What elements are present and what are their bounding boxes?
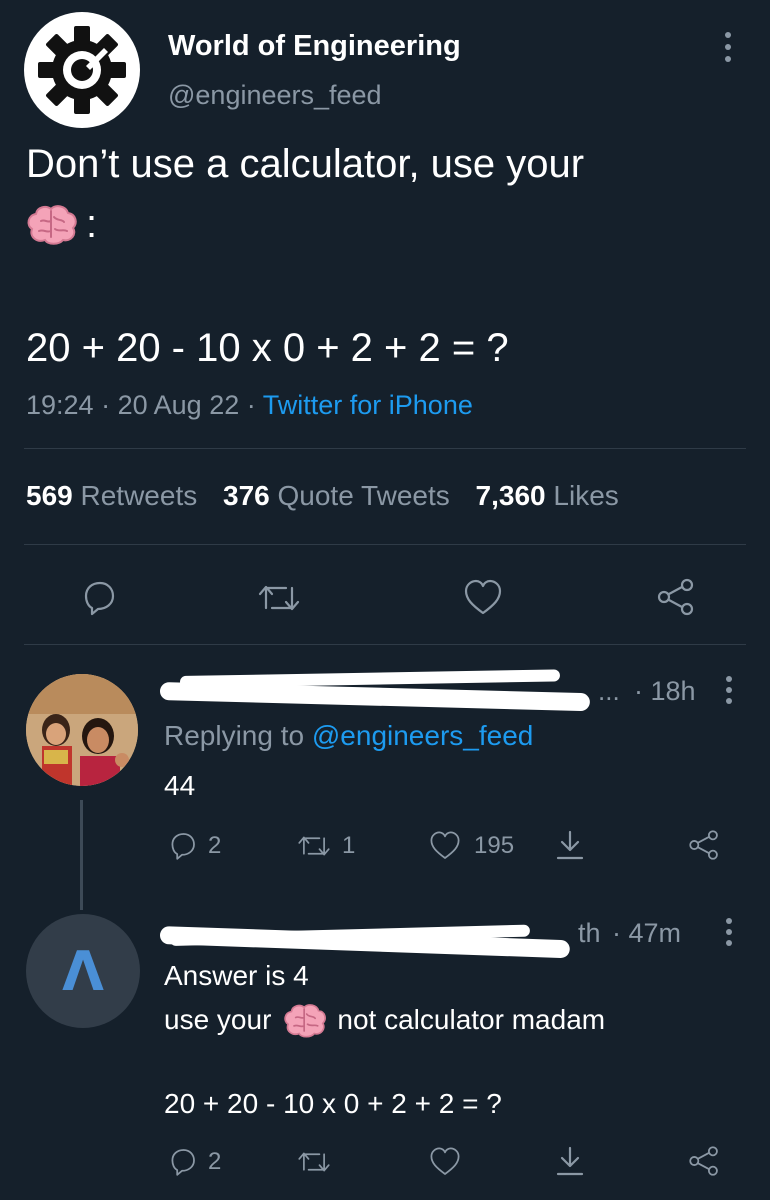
reply1-reply-count: 2 bbox=[208, 832, 222, 859]
reply2-text-line2: use your not calculator madam bbox=[164, 1000, 605, 1040]
reply1-name-redaction bbox=[159, 668, 600, 712]
retweet-icon[interactable] bbox=[256, 580, 302, 616]
author-name[interactable]: World of Engineering bbox=[168, 30, 461, 63]
more-options-icon[interactable] bbox=[722, 674, 736, 706]
retweet-icon[interactable] bbox=[296, 1148, 332, 1176]
likes-stat[interactable]: 7,360 Likes bbox=[476, 480, 619, 511]
like-icon[interactable] bbox=[462, 578, 504, 618]
reply2-text-line1: Answer is 4 bbox=[164, 960, 309, 991]
brain-emoji-icon bbox=[27, 205, 77, 245]
gear-logo-icon bbox=[38, 26, 126, 114]
download-icon[interactable] bbox=[554, 828, 586, 862]
like-icon bbox=[430, 831, 460, 859]
more-options-icon[interactable] bbox=[720, 30, 736, 64]
meta-separator: · bbox=[246, 390, 256, 420]
likes-label: Likes bbox=[553, 480, 619, 511]
tweet-time: 19:24 bbox=[26, 390, 94, 420]
reply1-retweet-count: 1 bbox=[342, 832, 356, 859]
divider bbox=[24, 448, 746, 449]
retweets-count: 569 bbox=[26, 480, 73, 511]
reply1-thread-line bbox=[80, 800, 83, 910]
reply-icon bbox=[171, 1149, 195, 1176]
tweet-text-line1: Don’t use a calculator, use your bbox=[26, 142, 585, 186]
reply2-name-redaction bbox=[159, 912, 580, 959]
reply2-name-fragment: th bbox=[578, 918, 601, 948]
reply1-like-button[interactable]: 195 bbox=[428, 830, 514, 862]
share-icon[interactable] bbox=[686, 828, 722, 862]
reply2-avatar[interactable]: Λ bbox=[26, 914, 140, 1028]
quotes-label: Quote Tweets bbox=[277, 480, 450, 511]
reply1-reply-button[interactable]: 2 bbox=[166, 830, 221, 862]
author-avatar[interactable] bbox=[24, 12, 140, 128]
tweet-stats: 569 Retweets 376 Quote Tweets 7,360 Like… bbox=[26, 480, 619, 512]
tweet-meta: 19:24 · 20 Aug 22 · Twitter for iPhone bbox=[26, 390, 473, 421]
retweet-icon bbox=[298, 836, 330, 856]
reply2-time: · 47m bbox=[612, 918, 682, 948]
reply2-text-prefix: use your bbox=[164, 1004, 272, 1035]
replying-to-label: Replying to bbox=[164, 720, 305, 751]
quotes-stat[interactable]: 376 Quote Tweets bbox=[223, 480, 450, 511]
reply2-text-suffix: not calculator madam bbox=[337, 1004, 606, 1035]
replying-to-handle[interactable]: @engineers_feed bbox=[312, 720, 533, 751]
reply-icon[interactable] bbox=[78, 578, 118, 618]
reply2-reply-count: 2 bbox=[208, 1148, 222, 1175]
retweets-label: Retweets bbox=[80, 480, 198, 511]
author-handle[interactable]: @engineers_feed bbox=[168, 80, 382, 111]
tweet-equation: 20 + 20 - 10 x 0 + 2 + 2 = ? bbox=[26, 326, 509, 370]
tweet-text-line2: : bbox=[26, 200, 97, 248]
like-icon[interactable] bbox=[428, 1146, 462, 1178]
reply2-avatar-letter: Λ bbox=[62, 939, 104, 1003]
reply1-time: · 18h bbox=[634, 676, 696, 706]
download-icon[interactable] bbox=[554, 1144, 586, 1178]
tweet-source-link[interactable]: Twitter for iPhone bbox=[263, 390, 473, 420]
tweet-date: 20 Aug 22 bbox=[117, 390, 240, 420]
reply1-replying-to: Replying to @engineers_feed bbox=[164, 720, 533, 752]
more-options-icon[interactable] bbox=[722, 916, 736, 948]
meta-separator: · bbox=[101, 390, 111, 420]
quotes-count: 376 bbox=[223, 480, 270, 511]
share-icon[interactable] bbox=[654, 576, 698, 618]
reply1-avatar[interactable] bbox=[26, 674, 138, 786]
reply1-text: 44 bbox=[164, 770, 196, 801]
retweets-stat[interactable]: 569 Retweets bbox=[26, 480, 197, 511]
tweet-text-colon: : bbox=[86, 201, 98, 246]
share-icon[interactable] bbox=[686, 1144, 722, 1178]
reply1-like-count: 195 bbox=[474, 832, 515, 859]
divider bbox=[24, 644, 746, 645]
brain-emoji-icon bbox=[284, 1004, 327, 1038]
reply1-name-fragment: ... bbox=[598, 676, 620, 706]
reply2-equation: 20 + 20 - 10 x 0 + 2 + 2 = ? bbox=[164, 1088, 502, 1119]
divider bbox=[24, 544, 746, 545]
reply1-retweet-button[interactable]: 1 bbox=[296, 832, 355, 860]
reply2-reply-button[interactable]: 2 bbox=[166, 1146, 221, 1178]
reply-icon bbox=[171, 833, 195, 860]
likes-count: 7,360 bbox=[475, 480, 546, 511]
